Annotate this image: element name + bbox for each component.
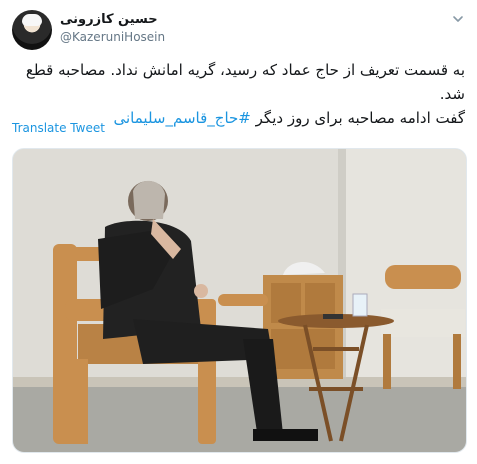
- chevron-down-icon[interactable]: [449, 10, 467, 28]
- photo-illustration: [13, 149, 466, 452]
- author-handle[interactable]: @KazeruniHosein: [60, 30, 165, 44]
- hashtag-link[interactable]: #حاج_قاسم_سلیمانی: [114, 109, 251, 127]
- avatar[interactable]: [12, 10, 52, 50]
- tweet-text-line-1: به قسمت تعریف از حاج عماد که رسید، گریه …: [25, 61, 465, 103]
- tweet-header: حسین کازرونی @KazeruniHosein: [12, 10, 467, 50]
- author-name[interactable]: حسین کازرونی: [60, 12, 158, 27]
- tweet-photo[interactable]: [12, 148, 467, 453]
- translate-tweet-link[interactable]: Translate Tweet: [12, 121, 105, 135]
- avatar-turban: [22, 14, 42, 26]
- tweet-text: به قسمت تعریف از حاج عماد که رسید، گریه …: [12, 58, 465, 130]
- tweet-text-line-2-plain: گفت ادامه مصاحبه برای روز دیگر: [250, 109, 465, 127]
- chevron-down-icon-graphic: [453, 16, 463, 22]
